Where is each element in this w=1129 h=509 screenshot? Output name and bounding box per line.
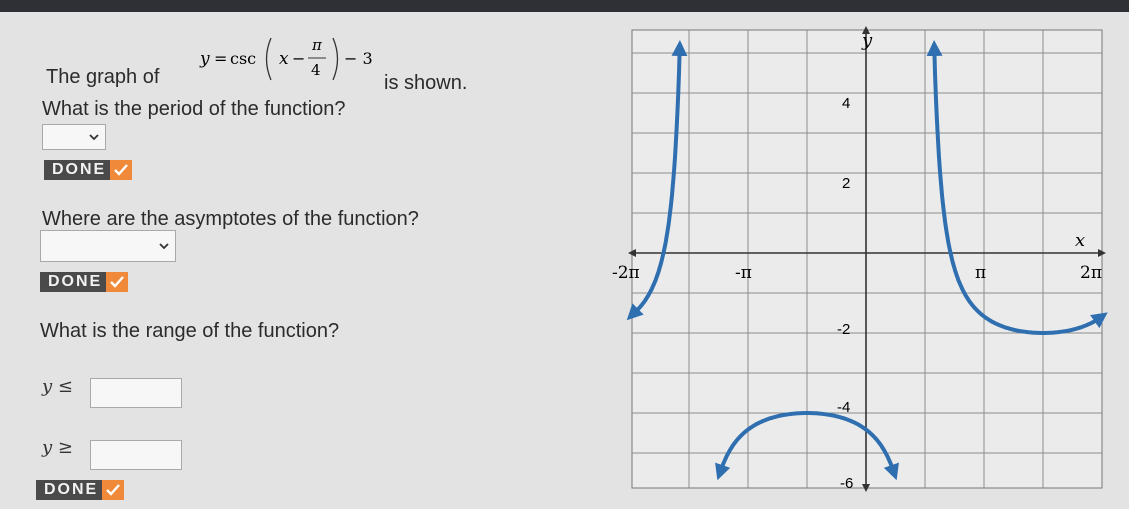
y-tick-neg-6: -6 <box>840 475 853 492</box>
x-tick-2pi: 2π <box>1080 263 1102 283</box>
x-tick-neg-2pi: -2π <box>612 263 640 283</box>
y-axis-label: y <box>861 30 873 51</box>
x-axis-label: x <box>1075 230 1085 251</box>
graph-plot-area <box>631 29 1103 489</box>
y-tick-4: 4 <box>842 95 850 112</box>
csc-graph: y x -2π -π π 2π 4 2 -2 -4 -6 <box>612 26 1108 492</box>
y-tick-neg-2: -2 <box>837 321 850 338</box>
x-tick-pi: π <box>975 263 986 283</box>
x-tick-neg-pi: -π <box>735 263 752 283</box>
y-tick-neg-4: -4 <box>837 399 850 416</box>
y-tick-2: 2 <box>842 175 850 192</box>
